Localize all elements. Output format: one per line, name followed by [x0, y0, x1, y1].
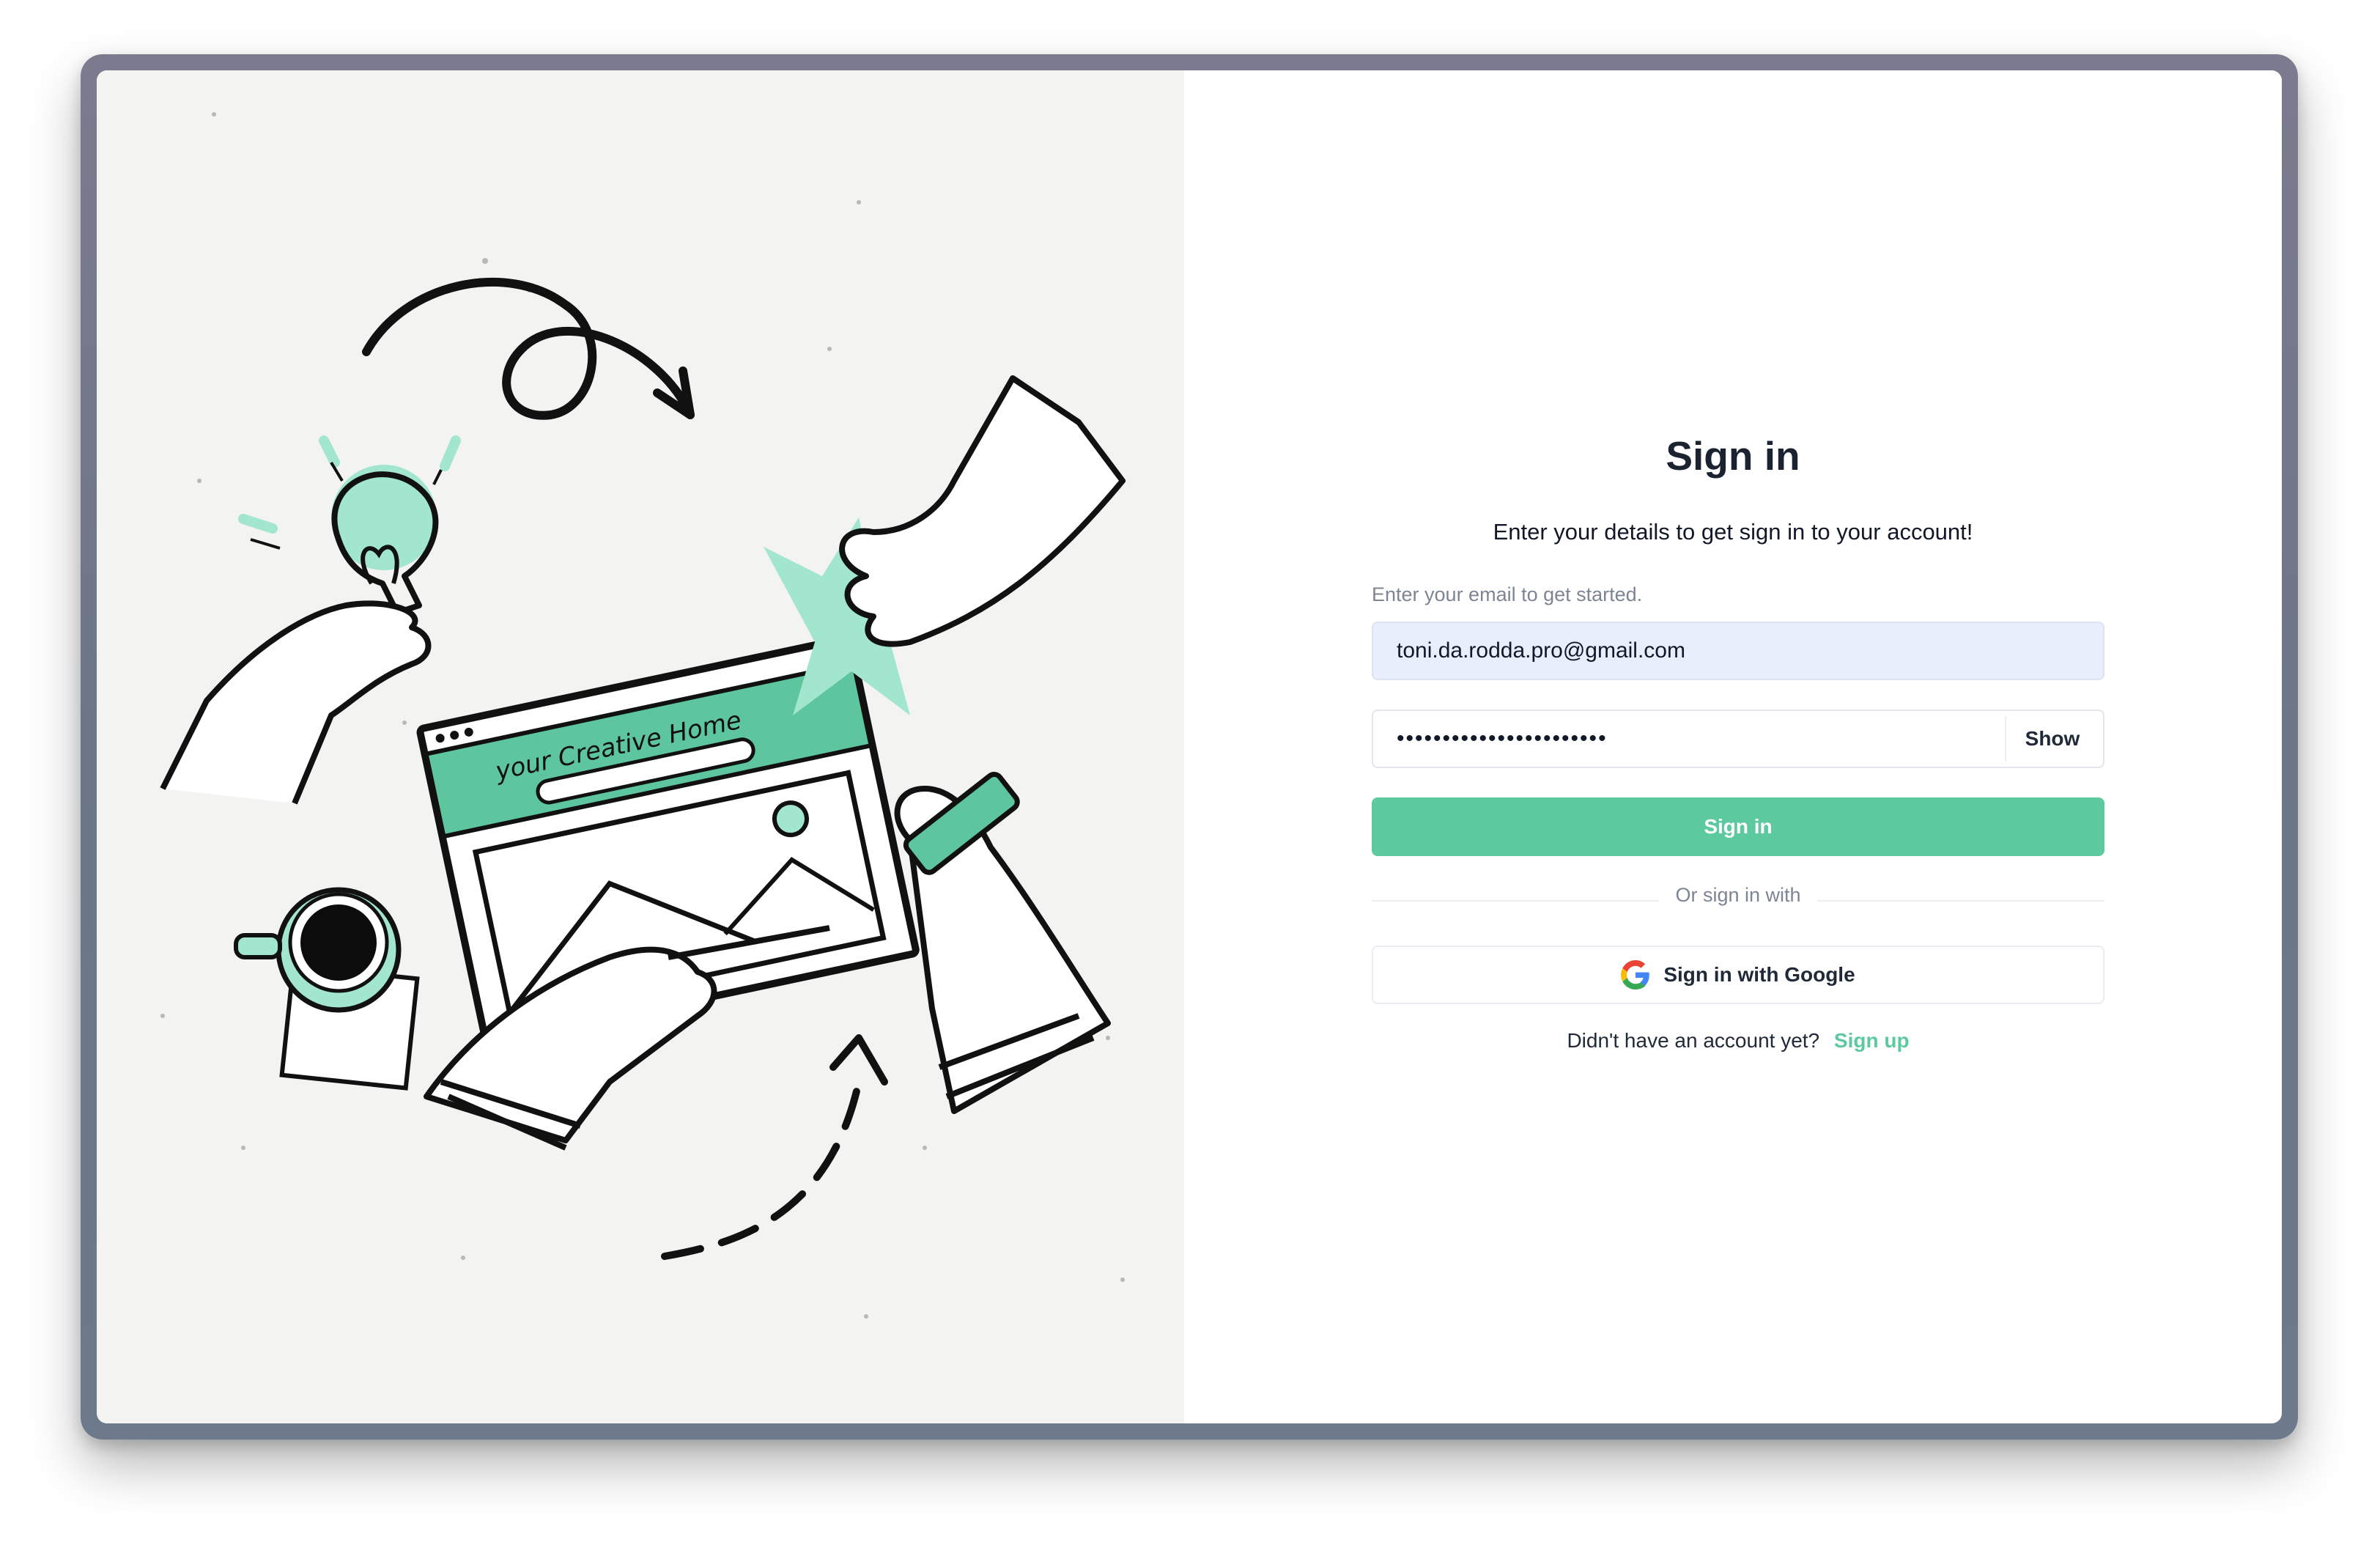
email-helper-text: Enter your email to get started. — [1372, 583, 1643, 605]
dashed-arrow-bottom — [661, 1078, 862, 1260]
coffee-cup-icon — [234, 887, 420, 1091]
lightbulb-icon — [238, 435, 461, 616]
creative-home-illustration: your Creative Home — [160, 112, 1126, 1319]
email-field[interactable] — [1372, 622, 2104, 680]
signin-panel: Sign in Enter your details to get sign i… — [1184, 70, 2282, 1423]
page-title: Sign in — [1666, 433, 1800, 479]
curved-arrow-top — [362, 278, 695, 420]
page-subtitle: Enter your details to get sign in to you… — [1493, 519, 1973, 545]
show-password-button[interactable]: Show — [2005, 716, 2099, 762]
or-divider: Or sign in with — [1372, 884, 2104, 913]
sign-up-link[interactable]: Sign up — [1834, 1029, 1910, 1052]
left-arm — [160, 600, 432, 805]
desktop-backdrop: your Creative Home Sign in Enter your de… — [0, 0, 2380, 1548]
no-account-text: Didn't have an account yet? — [1567, 1029, 1820, 1052]
sign-in-button[interactable]: Sign in — [1372, 797, 2104, 856]
password-field-wrapper: Show — [1372, 710, 2104, 768]
app-window-frame: your Creative Home Sign in Enter your de… — [81, 54, 2298, 1440]
google-signin-button[interactable]: Sign in with Google — [1372, 946, 2104, 1004]
pen-hand — [894, 772, 1111, 1114]
signup-prompt: Didn't have an account yet? Sign up — [1372, 1029, 2104, 1053]
illustration-panel: your Creative Home — [97, 70, 1184, 1423]
password-field[interactable] — [1373, 711, 1974, 767]
google-icon — [1621, 960, 1650, 989]
divider-text: Or sign in with — [1659, 884, 1817, 907]
app-window: your Creative Home Sign in Enter your de… — [97, 70, 2282, 1423]
right-arm-top — [839, 375, 1126, 647]
google-button-label: Sign in with Google — [1663, 963, 1855, 986]
